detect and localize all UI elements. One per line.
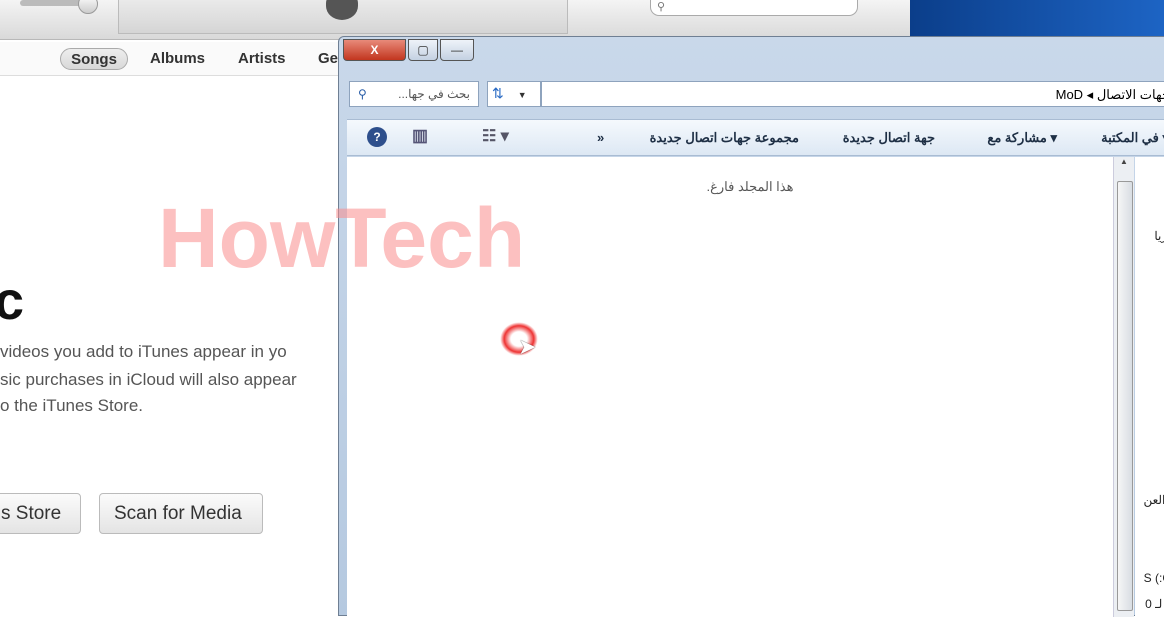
breadcrumb: MoD ◂ جهات الاتصال xyxy=(1055,87,1164,102)
include-in-library-menu[interactable]: في المكتبة ▾ xyxy=(1101,130,1164,146)
close-button[interactable]: X xyxy=(343,39,406,61)
refresh-button[interactable]: ⇅ ▼ xyxy=(487,81,541,107)
folder-search-input[interactable]: بحث في جها... ⚲ xyxy=(349,81,479,107)
scroll-up-icon[interactable]: ▲ xyxy=(1114,157,1134,166)
command-bar: في المكتبة ▾ مشاركة مع ▾ جهة اتصال جديدة… xyxy=(347,119,1164,156)
scrollbar[interactable]: ▲ xyxy=(1113,157,1134,617)
tab-albums[interactable]: Albums xyxy=(150,48,205,70)
refresh-icon: ⇅ xyxy=(492,85,504,101)
restore-button[interactable]: ▢ xyxy=(408,39,438,61)
mouse-pointer-icon: ➤ xyxy=(518,334,537,359)
view-options-icon[interactable]: ☷ ▾ xyxy=(482,126,509,146)
new-contact-button[interactable]: جهة اتصال جديدة xyxy=(843,130,935,146)
minimize-button[interactable]: — xyxy=(440,39,474,61)
new-contact-group-button[interactable]: مجموعة جهات اتصال جديدة xyxy=(650,130,799,146)
watermark: HowTech xyxy=(158,191,526,285)
nav-item[interactable]: (C:) S xyxy=(1144,571,1164,585)
nav-item[interactable]: ة العن xyxy=(1143,493,1164,507)
page-heading: c xyxy=(0,271,25,331)
tab-songs[interactable]: Songs xyxy=(60,48,128,70)
scan-for-media-button[interactable]: Scan for Media xyxy=(99,493,263,534)
tab-genres[interactable]: Ge xyxy=(318,48,338,70)
info-line: videos you add to iTunes appear in yo xyxy=(0,342,287,361)
nav-item[interactable]: الزيا xyxy=(1154,229,1164,243)
more-commands-button[interactable]: » xyxy=(597,130,604,145)
address-bar[interactable]: MoD ◂ جهات الاتصال xyxy=(541,81,1164,107)
info-line: sic purchases in iCloud will also appear xyxy=(0,370,297,389)
share-with-menu[interactable]: مشاركة مع ▾ xyxy=(987,130,1057,146)
help-icon[interactable]: ? xyxy=(367,127,387,147)
explorer-window: X ▢ — بحث في جها... ⚲ ⇅ ▼ MoD ◂ جهات الات… xyxy=(338,36,1164,617)
search-icon: ⚲ xyxy=(358,87,367,101)
itunes-search-input[interactable]: ⚲ xyxy=(650,0,858,16)
itunes-tab-bar: Songs Albums Artists Ge xyxy=(0,42,340,76)
scrollbar-thumb[interactable] xyxy=(1117,181,1133,611)
itunes-store-button[interactable]: s Store xyxy=(0,493,81,534)
info-line: o the iTunes Store. xyxy=(0,396,144,415)
nav-item[interactable]: ي لـ 0 xyxy=(1145,597,1164,611)
navigation-pane: الزيا ة العن (C:) S ي لـ 0 xyxy=(1135,157,1164,617)
tab-artists[interactable]: Artists xyxy=(238,48,286,70)
dropdown-arrow-icon[interactable]: ▼ xyxy=(518,90,527,100)
search-placeholder: بحث في جها... xyxy=(398,87,470,101)
preview-pane-icon[interactable]: ▥ xyxy=(412,126,428,146)
